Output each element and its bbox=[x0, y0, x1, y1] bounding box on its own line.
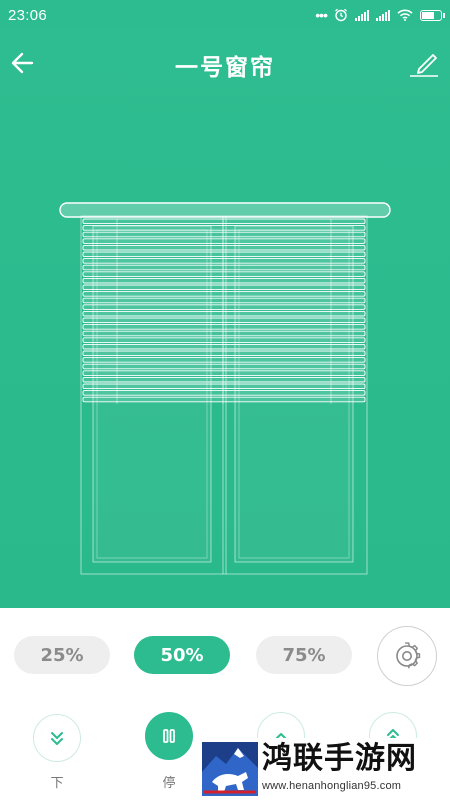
wifi-icon bbox=[397, 9, 413, 21]
blind-slat bbox=[82, 310, 366, 317]
curtain-illustration bbox=[59, 202, 391, 575]
gear-icon bbox=[396, 642, 421, 669]
page-title: 一号窗帘 bbox=[175, 55, 275, 81]
blind-slat bbox=[82, 225, 366, 231]
preset-row: 25% 50% 75% bbox=[0, 608, 450, 700]
status-bar: 23:06 ••• bbox=[0, 0, 450, 30]
blind-slat bbox=[82, 337, 366, 343]
blind-slat bbox=[82, 396, 366, 403]
notification-dots: ••• bbox=[315, 7, 328, 23]
battery-icon bbox=[420, 9, 445, 21]
blind-head-rail bbox=[59, 202, 391, 218]
preset-75-button[interactable]: 75% bbox=[256, 636, 352, 674]
watermark-logo bbox=[202, 742, 258, 796]
settings-button[interactable] bbox=[377, 626, 437, 686]
blind-slat bbox=[82, 244, 366, 251]
close-down-button[interactable] bbox=[33, 714, 81, 762]
blind-slat bbox=[82, 284, 366, 291]
blind-slat bbox=[82, 271, 366, 277]
signal-icon bbox=[355, 9, 369, 21]
pause-icon bbox=[163, 729, 175, 743]
signal-icon-2 bbox=[376, 9, 390, 21]
blind-slat bbox=[82, 357, 366, 363]
status-icons: ••• bbox=[315, 7, 445, 23]
blind-slat bbox=[82, 277, 366, 284]
watermark-url: www.henanhonglian95.com bbox=[262, 780, 402, 792]
blind-slat bbox=[82, 218, 366, 225]
blind-slat bbox=[82, 251, 366, 258]
blind-slat bbox=[82, 343, 366, 350]
blind-slat bbox=[82, 304, 366, 310]
blind-slat bbox=[82, 231, 366, 238]
blind-slat bbox=[82, 264, 366, 271]
blind-slat bbox=[82, 370, 366, 376]
blind-slat bbox=[82, 258, 366, 264]
pause-label: 停 bbox=[162, 776, 176, 791]
blind-slat bbox=[82, 383, 366, 390]
alarm-icon bbox=[335, 8, 347, 22]
blind-slat bbox=[82, 330, 366, 337]
blind-slat bbox=[82, 297, 366, 304]
blind-slat bbox=[82, 238, 366, 244]
watermark-title: 鸿联手游网 bbox=[262, 741, 417, 776]
blind-slat bbox=[82, 350, 366, 357]
blind-slat bbox=[82, 363, 366, 370]
blind-slat bbox=[82, 390, 366, 396]
preset-50-button[interactable]: 50% bbox=[134, 636, 230, 674]
status-time: 23:06 bbox=[8, 6, 48, 24]
blind-slat bbox=[82, 324, 366, 330]
pencil-icon bbox=[410, 54, 438, 77]
blind-slat bbox=[82, 317, 366, 324]
preset-25-button[interactable]: 25% bbox=[14, 636, 110, 674]
double-chevron-down-icon bbox=[51, 732, 63, 745]
close-down-label: 下 bbox=[50, 776, 64, 791]
edit-button[interactable] bbox=[408, 48, 440, 78]
watermark: 鸿联手游网 www.henanhonglian95.com bbox=[198, 738, 450, 800]
curtain-panel: 一号窗帘 bbox=[0, 30, 450, 608]
blind-slat bbox=[82, 291, 366, 297]
pause-button[interactable] bbox=[145, 712, 193, 760]
blind-slat bbox=[82, 376, 366, 383]
